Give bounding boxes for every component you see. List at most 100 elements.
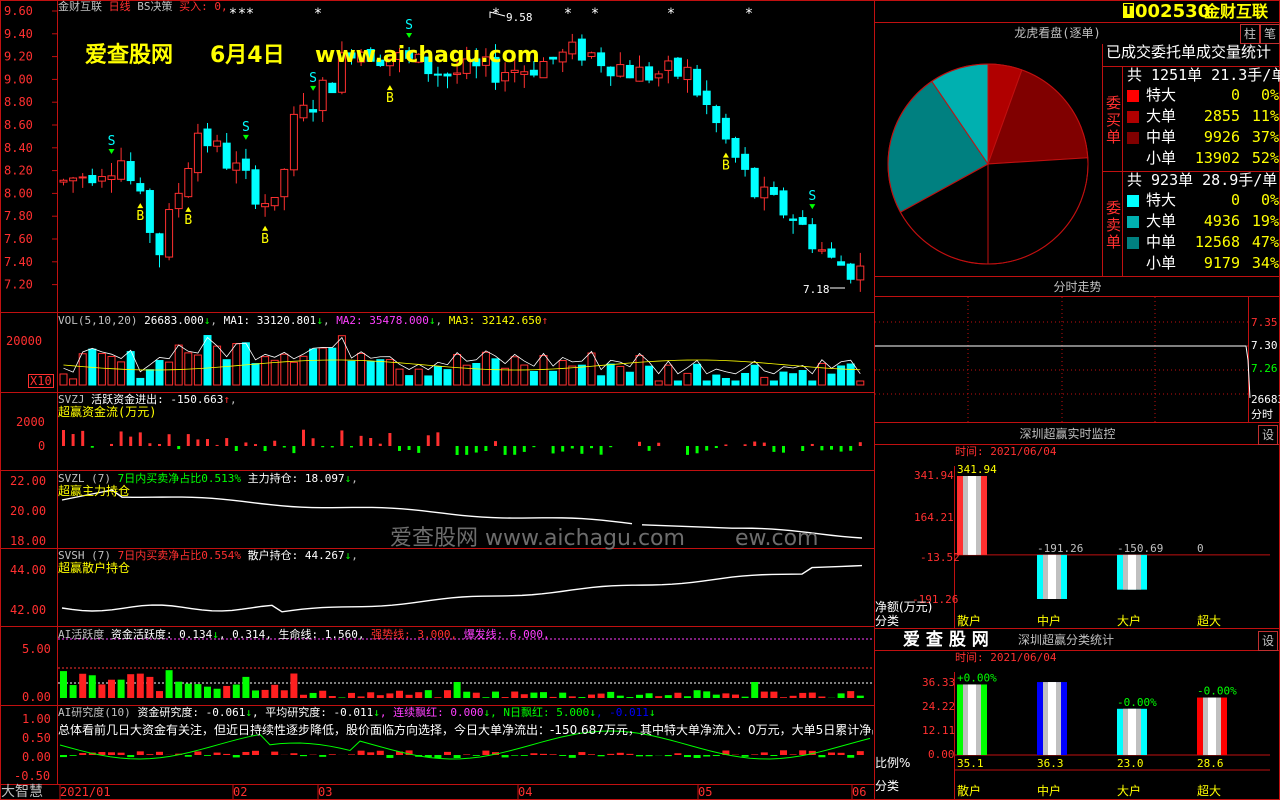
volume-bar bbox=[97, 353, 106, 386]
row-pct: 37% bbox=[1251, 128, 1279, 146]
classify-time: 时间: 2021/06/04 bbox=[955, 651, 1057, 664]
fund-flow-bar bbox=[158, 443, 161, 446]
candle-body bbox=[97, 176, 106, 182]
fund-flow-bar bbox=[782, 446, 785, 453]
monitor-category-label: 大户 bbox=[1117, 613, 1141, 628]
classify-change-label: -0.00% bbox=[1117, 696, 1157, 709]
ai-active-v3: 生命线: 1.560, bbox=[278, 628, 365, 641]
activity-bar bbox=[108, 679, 115, 698]
legend-swatch bbox=[1127, 195, 1139, 207]
monitor-category-label: 超大 bbox=[1197, 613, 1221, 628]
monitor-category-label: 散户 bbox=[957, 613, 981, 628]
research-bar bbox=[712, 755, 720, 757]
volume-bar bbox=[529, 370, 538, 386]
price-tick: 8.00 bbox=[4, 186, 33, 200]
monitor-settings-button[interactable]: 设 bbox=[1258, 425, 1278, 445]
activity-bar bbox=[799, 692, 807, 698]
research-bar bbox=[232, 755, 240, 758]
monitor-bar-highlight bbox=[1048, 554, 1056, 599]
classify-cat-label: 分类 bbox=[875, 779, 900, 793]
svsh-value: 散户持仓: 44.267 bbox=[247, 549, 345, 562]
research-bar bbox=[597, 755, 605, 757]
vol-unit: X10 bbox=[28, 374, 54, 388]
fund-flow-bar bbox=[330, 446, 334, 448]
vol-value: 26683.000 bbox=[144, 314, 204, 327]
monitor-unit: 净额(万元) bbox=[875, 600, 933, 614]
fund-flow-bar bbox=[762, 442, 766, 446]
down-arrow-icon: ↓ bbox=[245, 706, 252, 719]
activity-bar bbox=[712, 694, 720, 698]
column-button[interactable]: 柱 bbox=[1240, 24, 1260, 44]
research-bar bbox=[453, 755, 461, 759]
activity-bar bbox=[482, 697, 490, 698]
activity-bar bbox=[751, 682, 759, 698]
row-name: 小单 bbox=[1146, 149, 1177, 167]
volume-bar bbox=[856, 380, 865, 386]
ai-research-v3: , 连续飘红: 0.000 bbox=[379, 706, 484, 719]
stroke-button[interactable]: 笔 bbox=[1260, 24, 1280, 44]
vol-ma2: MA2: 35478.000 bbox=[336, 314, 429, 327]
fenshi-title: 分时走势 bbox=[1053, 280, 1102, 294]
volume-bar bbox=[241, 342, 250, 386]
fund-flow-bar bbox=[119, 431, 123, 446]
ai-research-v5: , -0.011 bbox=[595, 706, 649, 719]
watermark-url: www.aichagu.com bbox=[315, 43, 540, 68]
monitor-bar bbox=[1037, 554, 1067, 599]
legend-swatch bbox=[1127, 132, 1139, 144]
activity-bar bbox=[271, 684, 279, 698]
activity-bar bbox=[434, 697, 442, 698]
ai-research-title: AI研究度(10) bbox=[58, 706, 131, 719]
svzj-tick-1: 0 bbox=[38, 439, 46, 453]
volume-bar bbox=[817, 362, 826, 386]
candle-body bbox=[539, 61, 548, 79]
classify-change-label: -0.00% bbox=[1197, 685, 1237, 698]
candle-body bbox=[760, 186, 769, 199]
volume-bar bbox=[424, 375, 433, 386]
indicator-name[interactable]: BS决策 bbox=[137, 0, 172, 13]
volume-bar bbox=[280, 353, 289, 386]
candle-body bbox=[213, 140, 222, 147]
volume-bar bbox=[760, 376, 769, 386]
stock-code: 002530 bbox=[1135, 1, 1211, 22]
classify-title: 深圳超赢分类统计 bbox=[1018, 633, 1115, 647]
research-bar bbox=[482, 750, 490, 755]
activity-bar bbox=[357, 696, 365, 698]
ai-research-comment: 总体看前几日大资金有关注，但近日持续性逐步降低，股价面临方向选择，今日大单净流出… bbox=[58, 724, 873, 736]
monitor-category-label: 中户 bbox=[1037, 613, 1061, 628]
fund-flow-bar bbox=[417, 446, 421, 453]
volume-bar bbox=[702, 380, 711, 386]
research-bar bbox=[242, 751, 250, 755]
watermark-site: 爱查股网 bbox=[85, 43, 174, 68]
activity-bar bbox=[252, 690, 259, 698]
activity-bar bbox=[338, 697, 346, 698]
research-bar bbox=[607, 753, 615, 755]
classify-bar bbox=[1037, 682, 1067, 755]
row-pct: 19% bbox=[1251, 212, 1279, 230]
date-label-0: 2021/01 bbox=[60, 785, 111, 799]
row-name: 大单 bbox=[1146, 107, 1177, 125]
fund-flow-bar bbox=[743, 444, 747, 446]
classify-settings-button[interactable]: 设 bbox=[1258, 631, 1278, 651]
ai-research-tick-1: 0.50 bbox=[22, 731, 51, 745]
research-bar bbox=[156, 751, 163, 755]
sell-side-label: 委卖单 bbox=[1106, 200, 1122, 251]
research-bar bbox=[693, 755, 701, 758]
volume-bar bbox=[731, 380, 740, 386]
research-bar bbox=[300, 755, 307, 757]
legend-swatch bbox=[1127, 111, 1139, 123]
pie-slice-buy bbox=[987, 157, 1089, 265]
classify-category-label: 中户 bbox=[1037, 783, 1061, 798]
volume-bar bbox=[568, 365, 577, 386]
ai-research-tick-2: 0.00 bbox=[22, 750, 51, 764]
research-bar bbox=[559, 755, 567, 756]
fund-flow-bar bbox=[695, 446, 699, 454]
activity-bar bbox=[453, 682, 461, 698]
row-name: 特大 bbox=[1146, 191, 1177, 209]
ai-active-v1: 资金活跃度: 0.134 bbox=[110, 628, 213, 641]
fund-flow-bar bbox=[398, 446, 401, 451]
activity-bar bbox=[568, 696, 576, 698]
research-bar bbox=[549, 754, 557, 755]
period-label[interactable]: 日线 bbox=[109, 0, 131, 13]
price-tick: 8.40 bbox=[4, 141, 33, 155]
price-tick: 9.60 bbox=[4, 4, 33, 18]
